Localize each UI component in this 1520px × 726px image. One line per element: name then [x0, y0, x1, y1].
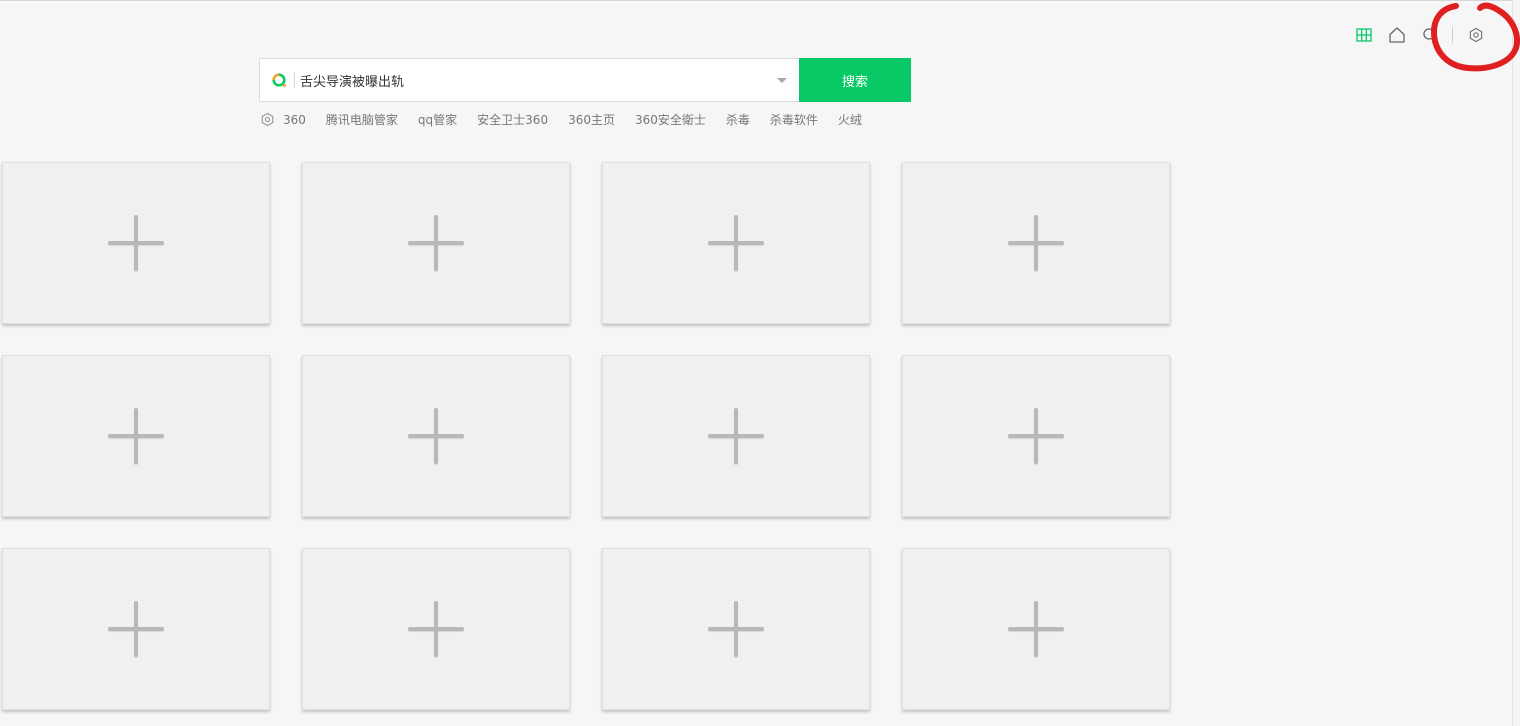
- search-bar: 搜索: [259, 58, 911, 102]
- plus-icon: [408, 215, 464, 271]
- plus-icon: [708, 215, 764, 271]
- plus-icon: [108, 215, 164, 271]
- search-engine-logo-icon[interactable]: [270, 71, 288, 89]
- toolbar-separator: [1452, 27, 1453, 43]
- plus-icon: [408, 601, 464, 657]
- hot-word-link[interactable]: 360安全衛士: [635, 111, 706, 128]
- add-site-tile[interactable]: [602, 548, 870, 710]
- hot-words-bar: 360 腾讯电脑管家 qq管家 安全卫士360 360主页 360安全衛士 杀毒…: [259, 111, 882, 128]
- search-tool-button[interactable]: [1420, 25, 1440, 45]
- search-input[interactable]: [300, 65, 760, 95]
- hot-word-link[interactable]: 360主页: [568, 111, 615, 128]
- plus-icon: [108, 601, 164, 657]
- hot-word-link[interactable]: 火绒: [838, 111, 862, 128]
- settings-icon: [1469, 27, 1483, 43]
- add-site-tile[interactable]: [902, 162, 1170, 324]
- plus-icon: [1008, 601, 1064, 657]
- grid-view-button[interactable]: [1354, 25, 1374, 45]
- hot-word-link[interactable]: 安全卫士360: [477, 111, 548, 128]
- home-icon: [1389, 27, 1405, 43]
- hot-word-link[interactable]: 杀毒: [726, 111, 750, 128]
- search-box: [259, 58, 799, 102]
- add-site-tile[interactable]: [902, 548, 1170, 710]
- plus-icon: [708, 601, 764, 657]
- search-button[interactable]: 搜索: [799, 58, 911, 102]
- plus-icon: [708, 408, 764, 464]
- new-tab-page: 搜索 360 腾讯电脑管家 qq管家 安全卫士360 360主页 360安全衛士…: [0, 0, 1513, 726]
- add-site-tile[interactable]: [2, 162, 270, 324]
- hot-word-link[interactable]: 杀毒软件: [770, 111, 818, 128]
- speed-dial-grid: [2, 162, 1170, 710]
- settings-button[interactable]: [1466, 25, 1486, 45]
- plus-icon: [108, 408, 164, 464]
- plus-icon: [408, 408, 464, 464]
- home-button[interactable]: [1387, 25, 1407, 45]
- add-site-tile[interactable]: [302, 355, 570, 517]
- logo-divider: [294, 72, 295, 88]
- search-icon: [1423, 28, 1437, 42]
- hexagon-settings-icon[interactable]: [259, 112, 275, 128]
- add-site-tile[interactable]: [2, 355, 270, 517]
- top-toolbar: [1341, 25, 1486, 45]
- grid-icon: [1356, 28, 1372, 42]
- hot-word-link[interactable]: qq管家: [418, 111, 457, 128]
- add-site-tile[interactable]: [302, 162, 570, 324]
- add-site-tile[interactable]: [602, 355, 870, 517]
- hot-word-link[interactable]: 腾讯电脑管家: [326, 111, 398, 128]
- plus-icon: [1008, 215, 1064, 271]
- add-site-tile[interactable]: [302, 548, 570, 710]
- add-site-tile[interactable]: [902, 355, 1170, 517]
- chevron-down-icon[interactable]: [777, 78, 787, 83]
- add-site-tile[interactable]: [2, 548, 270, 710]
- add-site-tile[interactable]: [602, 162, 870, 324]
- plus-icon: [1008, 408, 1064, 464]
- hot-word-link[interactable]: 360: [283, 113, 306, 127]
